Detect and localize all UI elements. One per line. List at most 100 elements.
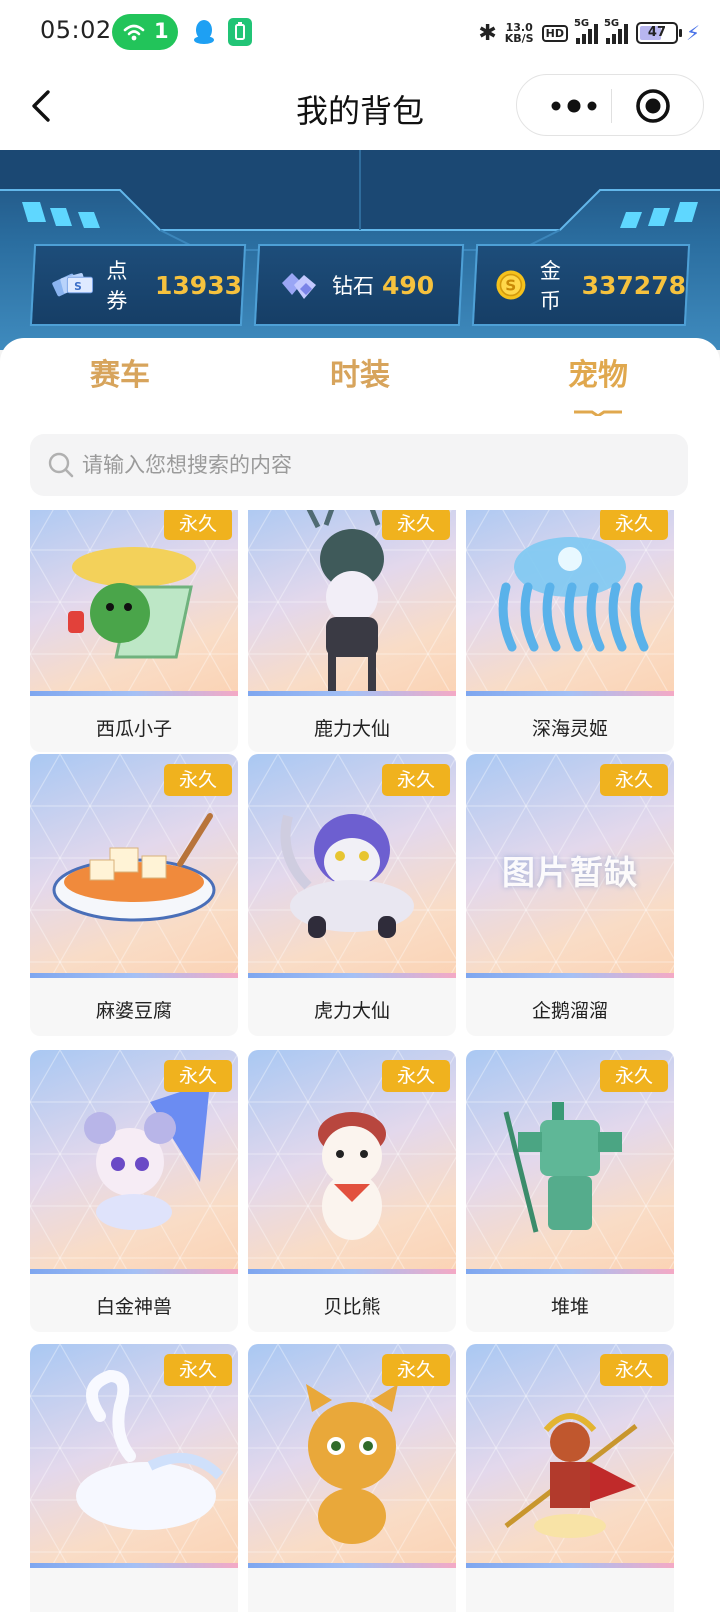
tab-pets[interactable]: 宠物: [518, 350, 678, 394]
pet-name: 麻婆豆腐: [95, 1000, 172, 1022]
search-box: [30, 434, 688, 496]
svg-text:S: S: [74, 280, 82, 293]
qq-penguin-icon: [194, 20, 214, 44]
thumbnail-rarity-bar: [466, 1563, 674, 1568]
nav-bar: 我的背包: [0, 66, 720, 150]
pet-thumbnail: 永久: [30, 1050, 238, 1274]
permanent-badge: 永久: [164, 764, 232, 796]
permanent-badge: 永久: [600, 1354, 668, 1386]
pet-thumbnail: 永久: [30, 754, 238, 978]
pet-card[interactable]: 永久贝比熊: [248, 1050, 456, 1332]
currency-value: 490: [382, 270, 435, 300]
signal-5g-icon-2: 5G: [604, 18, 628, 44]
status-time: 05:02: [40, 16, 112, 44]
currency-label: 点券: [106, 259, 128, 313]
permanent-badge: 永久: [382, 510, 450, 540]
currency-diamond[interactable]: 钻石 490: [253, 244, 465, 326]
permanent-badge: 永久: [164, 510, 232, 540]
pet-thumbnail: 永久: [248, 754, 456, 978]
thumbnail-rarity-bar: [248, 1563, 456, 1568]
ticket-cards-icon: S: [52, 273, 94, 297]
permanent-badge: 永久: [600, 764, 668, 796]
pet-card[interactable]: 永久: [466, 1344, 674, 1612]
pet-card[interactable]: 永久深海灵姬: [466, 510, 674, 752]
image-missing-text: 图片暂缺: [502, 853, 638, 892]
pet-thumbnail: 永久: [248, 1050, 456, 1274]
signal2-label: 5G: [603, 18, 620, 29]
wifi-hotspot-icon: [123, 24, 145, 41]
thumbnail-rarity-bar: [248, 1269, 456, 1274]
thumbnail-rarity-bar: [30, 1269, 238, 1274]
pet-name: 堆堆: [550, 1296, 589, 1318]
pet-card[interactable]: 永久麻婆豆腐: [30, 754, 238, 1036]
signal1-label: 5G: [573, 18, 590, 29]
pet-card[interactable]: 永久鹿力大仙: [248, 510, 456, 752]
gold-coin-icon: S: [496, 270, 526, 300]
pet-card[interactable]: 永久: [248, 1344, 456, 1612]
search-icon: [48, 452, 74, 478]
permanent-badge: 永久: [382, 764, 450, 796]
category-tabs: 赛车 时装 宠物: [0, 338, 720, 422]
pet-thumbnail: 永久: [30, 510, 238, 696]
pet-card[interactable]: 永久: [30, 1344, 238, 1612]
pet-name: 虎力大仙: [313, 1000, 390, 1022]
currency-banner: S 点券 13933 钻石 490 S 金币 337278: [0, 150, 720, 350]
battery-app-icon: [228, 18, 252, 46]
thumbnail-rarity-bar: [30, 691, 238, 696]
hotspot-indicator: 1: [112, 14, 178, 50]
permanent-badge: 永久: [382, 1060, 450, 1092]
pet-thumbnail: 永久: [466, 510, 674, 696]
pet-name: 企鹅溜溜: [531, 1000, 608, 1022]
signal-5g-icon: 5G: [574, 18, 598, 44]
diamond-icon: [282, 273, 316, 299]
currency-label: 钻石: [332, 274, 374, 298]
thumbnail-rarity-bar: [30, 973, 238, 978]
pet-name: 西瓜小子: [95, 718, 172, 740]
content-panel: 赛车 时装 宠物 永久西瓜小子永久鹿力大仙永久深海灵姬永久麻婆豆腐永久虎力大仙图…: [0, 338, 720, 1612]
permanent-badge: 永久: [600, 1060, 668, 1092]
pet-thumbnail: 永久: [248, 510, 456, 696]
svg-text:S: S: [505, 277, 516, 295]
pet-name: 鹿力大仙: [313, 718, 390, 740]
pet-card[interactable]: 永久 白金神兽: [30, 1050, 238, 1332]
thumbnail-rarity-bar: [248, 691, 456, 696]
pet-name: 白金神兽: [95, 1296, 172, 1318]
permanent-badge: 永久: [164, 1354, 232, 1386]
permanent-badge: 永久: [600, 510, 668, 540]
currency-label: 金币: [539, 259, 561, 313]
thumbnail-rarity-bar: [466, 973, 674, 978]
more-dots-icon[interactable]: [539, 91, 609, 121]
charging-bolt-icon: ⚡: [685, 21, 700, 45]
currency-value: 337278: [581, 270, 686, 300]
thumbnail-rarity-bar: [466, 691, 674, 696]
battery-level: 47: [647, 25, 666, 40]
search-input[interactable]: [82, 434, 672, 496]
tab-fashion[interactable]: 时装: [280, 350, 440, 394]
pet-name: 深海灵姬: [531, 718, 608, 740]
hd-voice-icon: HD: [541, 24, 568, 42]
capsule-divider: [611, 89, 612, 123]
currency-gold[interactable]: S 金币 337278: [471, 244, 691, 326]
pet-grid: 永久 西瓜小子 永久 鹿力大仙 永久 深海灵姬 永久 麻婆豆腐 永久 虎力大仙 图片暂缺 永久 企鹅溜溜…: [0, 510, 720, 1612]
pet-thumbnail: 永久: [466, 1050, 674, 1274]
close-target-icon[interactable]: [635, 88, 671, 124]
currency-ticket[interactable]: S 点券 13933: [29, 244, 247, 326]
permanent-badge: 永久: [382, 1354, 450, 1386]
pet-thumbnail: 永久: [248, 1344, 456, 1568]
pet-thumbnail: 永久: [466, 1344, 674, 1568]
pet-card[interactable]: 永久堆堆: [466, 1050, 674, 1332]
currency-value: 13933: [155, 270, 242, 300]
pet-card[interactable]: 永久西瓜小子: [30, 510, 238, 752]
thumbnail-rarity-bar: [30, 1563, 238, 1568]
pet-card[interactable]: 永久虎力大仙: [248, 754, 456, 1036]
pet-name: 贝比熊: [323, 1296, 381, 1318]
net-speed-unit: KB/S: [504, 32, 534, 45]
active-tab-indicator: [574, 410, 622, 416]
pet-thumbnail: 图片暂缺 永久: [466, 754, 674, 978]
tab-racing[interactable]: 赛车: [40, 350, 200, 394]
pet-card[interactable]: 图片暂缺 永久企鹅溜溜: [466, 754, 674, 1036]
network-speed: 13.0 KB/S: [505, 22, 534, 44]
bluetooth-icon: ✱: [478, 20, 497, 46]
mini-program-capsule: [516, 74, 704, 136]
thumbnail-rarity-bar: [248, 973, 456, 978]
